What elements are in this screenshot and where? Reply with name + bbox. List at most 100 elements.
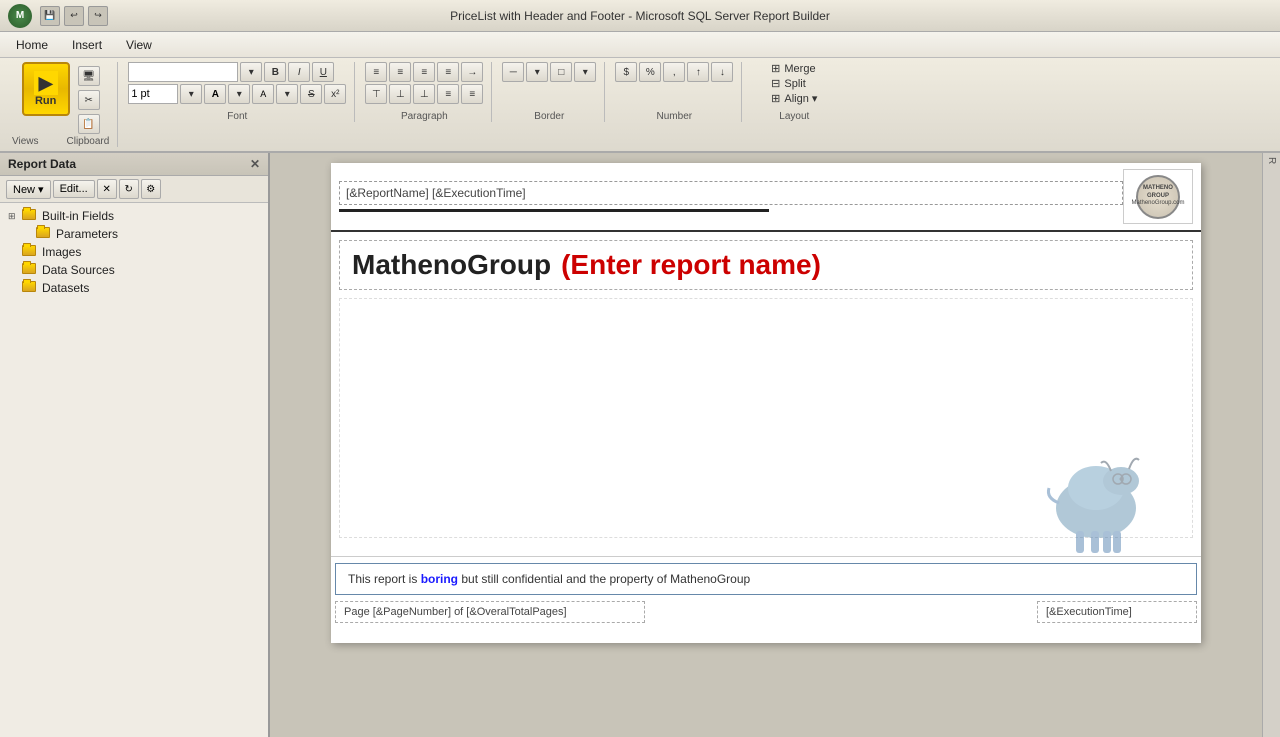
run-icon: ▶ (34, 71, 58, 95)
views-label-text: Views (12, 136, 39, 147)
tree-item-parameters[interactable]: Parameters (0, 225, 268, 243)
underline-btn[interactable]: U (312, 62, 334, 82)
title-bar: M 💾 ↩ ↪ PriceList with Header and Footer… (0, 0, 1280, 32)
align-justify-btn[interactable]: ≡ (437, 62, 459, 82)
menu-view[interactable]: View (114, 35, 164, 55)
footer-row2: Page [&PageNumber] of [&OveralTotalPages… (335, 601, 1197, 623)
font-size-dropdown-btn[interactable]: ▾ (180, 84, 202, 104)
save-icon[interactable]: 💾 (40, 6, 60, 26)
quick-access-toolbar: 💾 ↩ ↪ (40, 6, 108, 26)
merge-btn[interactable]: ⊞ Merge (771, 62, 817, 75)
footer-suffix: but still confidential and the property … (461, 572, 750, 586)
font-color-dropdown[interactable]: ▾ (228, 84, 250, 104)
menu-home[interactable]: Home (4, 35, 60, 55)
folder-icon-datasources (22, 263, 38, 277)
bold-btn[interactable]: B (264, 62, 286, 82)
logo-text: MATHENOGROUPMathenoGroup.com (1131, 185, 1184, 208)
superscript-btn[interactable]: x² (324, 84, 346, 104)
valign-mid-btn[interactable]: ⊥ (389, 84, 411, 104)
clipboard-label-text: Clipboard (67, 136, 110, 147)
undo-icon[interactable]: ↩ (64, 6, 84, 26)
number-label-text: Number (657, 111, 693, 122)
valign-top-btn[interactable]: ⊤ (365, 84, 387, 104)
currency-btn[interactable]: $ (615, 62, 637, 82)
list-num-btn[interactable]: ≡ (461, 84, 483, 104)
align-left-btn[interactable]: ≡ (365, 62, 387, 82)
border-color-btn[interactable]: ▾ (526, 62, 548, 82)
footer-page-box[interactable]: Page [&PageNumber] of [&OveralTotalPages… (335, 601, 645, 623)
split-btn[interactable]: ⊟ Split (771, 77, 817, 90)
edit-btn[interactable]: Edit... (53, 180, 95, 198)
list-btn[interactable]: ≡ (437, 84, 459, 104)
delete-btn[interactable]: ✕ (97, 179, 117, 199)
report-footer: This report is boring but still confiden… (331, 556, 1201, 623)
window-title: PriceList with Header and Footer - Micro… (450, 9, 830, 23)
tree-label-params: Parameters (56, 227, 118, 241)
folder-icon-params (36, 227, 52, 241)
views-btn1[interactable]: 🖥 (78, 66, 100, 86)
tree-item-datasources[interactable]: Data Sources (0, 261, 268, 279)
font-dropdown-btn[interactable]: ▾ (240, 62, 262, 82)
tree-label-datasources: Data Sources (42, 263, 115, 277)
canvas-area[interactable]: [&ReportName] [&ExecutionTime] MATHENOGR… (270, 153, 1262, 737)
highlight-dropdown[interactable]: ▾ (276, 84, 298, 104)
footer-exec-box[interactable]: [&ExecutionTime] (1037, 601, 1197, 623)
tree-label-datasets: Datasets (42, 281, 89, 295)
layout-label-text: Layout (779, 111, 809, 122)
align-right-btn[interactable]: ≡ (413, 62, 435, 82)
redo-icon[interactable]: ↪ (88, 6, 108, 26)
new-btn[interactable]: New ▾ (6, 180, 51, 199)
bison-watermark (1041, 433, 1151, 563)
tree-item-datasets[interactable]: Datasets (0, 279, 268, 297)
panel-close-btn[interactable]: ✕ (250, 157, 260, 171)
panel-toolbar: New ▾ Edit... ✕ ↻ ⚙ (0, 176, 268, 203)
report-title-red: (Enter report name) (561, 249, 821, 281)
align-btn[interactable]: ⊞ Align ▾ (771, 92, 817, 105)
footer-text-box[interactable]: This report is boring but still confiden… (335, 563, 1197, 595)
valign-bot-btn[interactable]: ⊥ (413, 84, 435, 104)
border-label-text: Border (534, 111, 564, 122)
strikethrough-btn[interactable]: S (300, 84, 322, 104)
border-dropdown[interactable]: ▾ (574, 62, 596, 82)
edit-label: Edit... (60, 183, 88, 195)
new-label: New ▾ (13, 183, 44, 196)
merge-icon: ⊞ (771, 62, 780, 75)
right-panel: R (1262, 153, 1280, 737)
border-width-btn[interactable]: □ (550, 62, 572, 82)
panel-header: Report Data ✕ (0, 153, 268, 176)
percent-btn[interactable]: % (639, 62, 661, 82)
align-label: Align ▾ (784, 92, 817, 105)
footer-page-text: Page [&PageNumber] of [&OveralTotalPages… (344, 606, 567, 618)
highlight-btn[interactable]: A (252, 84, 274, 104)
italic-btn[interactable]: I (288, 62, 310, 82)
comma-btn[interactable]: , (663, 62, 685, 82)
font-size-dropdown[interactable]: 1 pt (128, 84, 178, 104)
increase-dec-btn[interactable]: ↑ (687, 62, 709, 82)
report-title-box[interactable]: MathenoGroup (Enter report name) (339, 240, 1193, 290)
tree-view: ⊞ Built-in Fields Parameters (0, 203, 268, 737)
views-btn2[interactable]: ✂ (78, 90, 100, 110)
tree-label-images: Images (42, 245, 81, 259)
menu-insert[interactable]: Insert (60, 35, 114, 55)
ribbon: ▶ Run 🖥 ✂ 📋 Views Clipboard ▾ B (0, 58, 1280, 153)
border-style-btn[interactable]: ─ (502, 62, 524, 82)
tree-item-images[interactable]: Images (0, 243, 268, 261)
paragraph-label-text: Paragraph (401, 111, 448, 122)
align-center-btn[interactable]: ≡ (389, 62, 411, 82)
header-text-box[interactable]: [&ReportName] [&ExecutionTime] (339, 181, 1123, 205)
properties-btn[interactable]: ⚙ (141, 179, 161, 199)
report-page: [&ReportName] [&ExecutionTime] MATHENOGR… (331, 163, 1201, 643)
indent-btn[interactable]: → (461, 62, 483, 82)
run-label: Run (35, 95, 56, 107)
decrease-dec-btn[interactable]: ↓ (711, 62, 733, 82)
tree-item-builtin[interactable]: ⊞ Built-in Fields (0, 207, 268, 225)
menu-bar: Home Insert View (0, 32, 1280, 58)
font-name-dropdown[interactable] (128, 62, 238, 82)
paste-icon-btn[interactable]: 📋 (78, 114, 100, 134)
split-label: Split (784, 78, 805, 90)
refresh-btn[interactable]: ↻ (119, 179, 139, 199)
folder-icon-builtin (22, 209, 38, 223)
run-button[interactable]: ▶ Run (22, 62, 70, 116)
main-layout: Report Data ✕ New ▾ Edit... ✕ ↻ ⚙ ⊞ Buil… (0, 153, 1280, 737)
font-color-btn[interactable]: A (204, 84, 226, 104)
